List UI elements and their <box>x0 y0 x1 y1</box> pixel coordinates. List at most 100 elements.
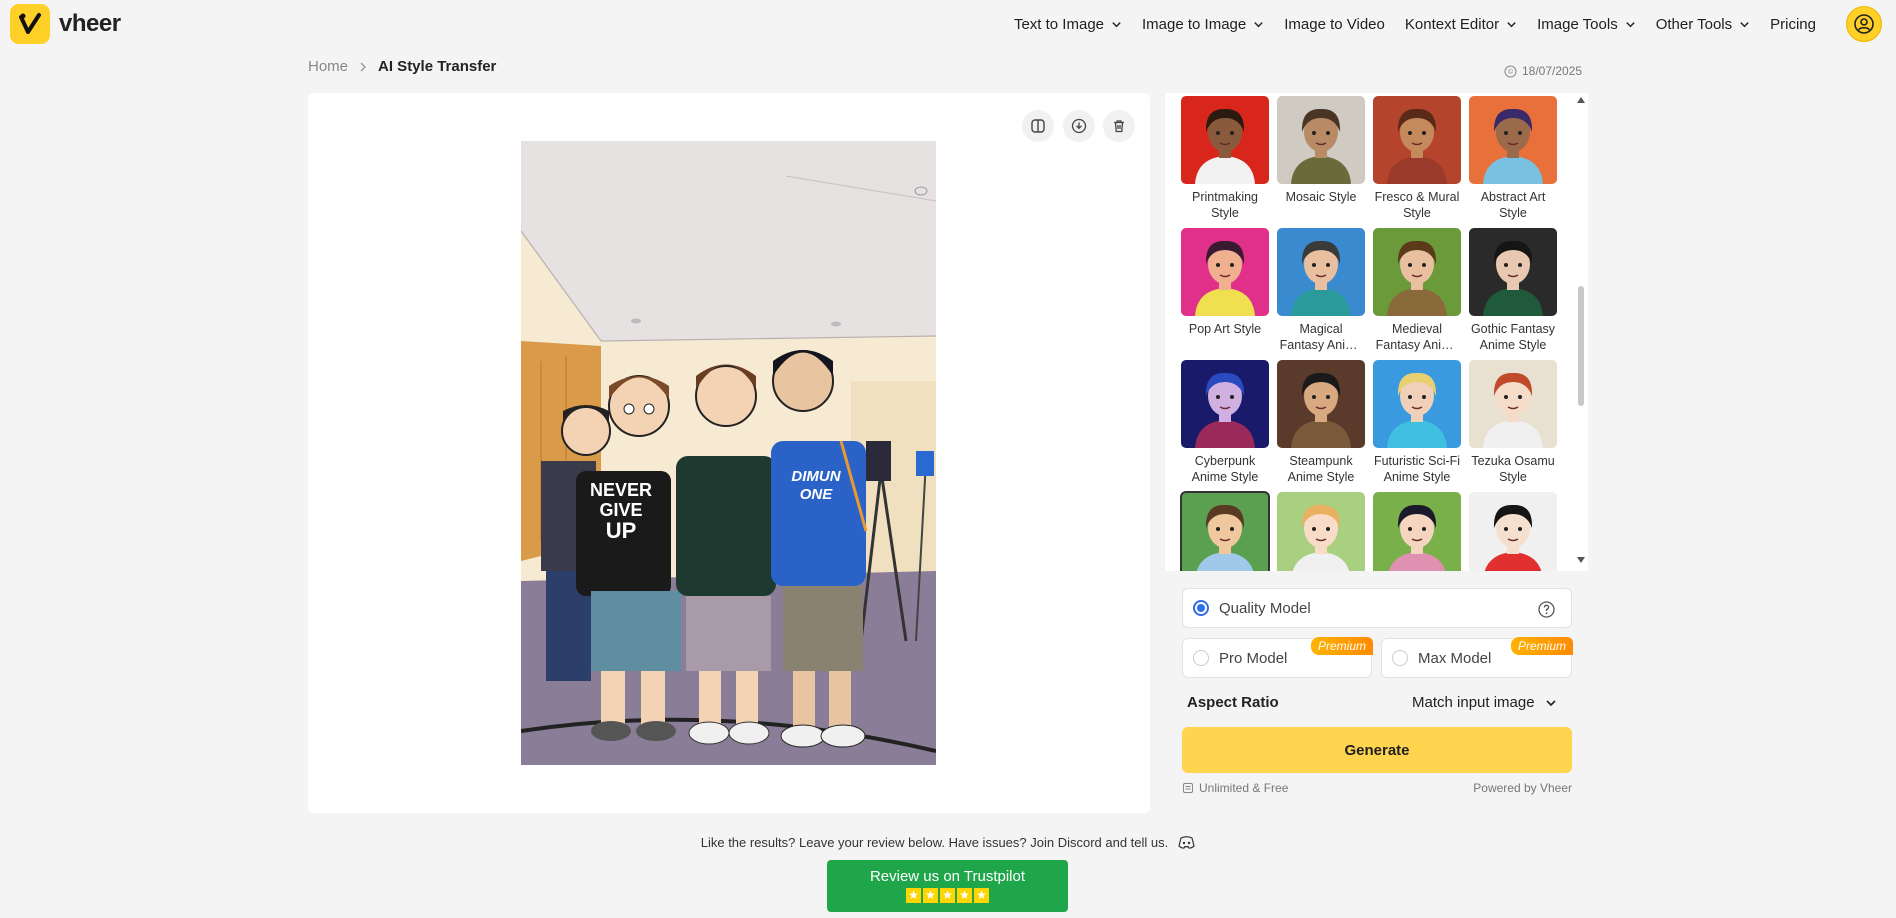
brand-logo[interactable]: vheer <box>10 4 121 44</box>
style-label: Steampunk Anime Style <box>1287 454 1355 484</box>
chevron-down-icon <box>1740 21 1749 27</box>
style-scrollbar[interactable] <box>1575 93 1587 571</box>
star-icon: ★ <box>940 888 955 903</box>
max-model-option[interactable]: Max Model Premium <box>1381 637 1573 678</box>
delete-button[interactable] <box>1103 110 1135 142</box>
style-label: Printmaking Style <box>1192 190 1258 220</box>
trustpilot-review-button[interactable]: Review us on Trustpilot ★ ★ ★ ★ ★ <box>827 860 1068 912</box>
nav-item-image-tools[interactable]: Image Tools <box>1537 16 1636 33</box>
quality-model-label: Quality Model <box>1219 599 1311 617</box>
style-option[interactable]: Mosaic Style <box>1277 96 1365 228</box>
style-thumbnail <box>1469 96 1557 184</box>
main-nav: Text to Image Image to Image Image to Vide… <box>1014 0 1816 48</box>
max-model-label: Max Model <box>1418 649 1492 667</box>
date-text: 18/07/2025 <box>1522 64 1583 78</box>
quality-model-option[interactable]: Quality Model <box>1182 588 1572 628</box>
pro-model-option[interactable]: Pro Model Premium <box>1182 637 1373 678</box>
footer-left: Unlimited & Free <box>1182 781 1288 795</box>
chevron-down-icon <box>1112 21 1121 27</box>
discord-icon[interactable] <box>1178 836 1195 849</box>
pro-model-radio[interactable] <box>1193 650 1209 666</box>
style-option[interactable] <box>1469 492 1557 571</box>
star-icon: ★ <box>957 888 972 903</box>
style-thumbnail <box>1181 96 1269 184</box>
style-option[interactable]: Magical Fantasy Anime Style <box>1277 228 1365 360</box>
style-option[interactable]: Pop Art Style <box>1181 228 1269 360</box>
style-label: Futuristic Sci-Fi Anime Style <box>1373 454 1461 484</box>
style-option[interactable]: Futuristic Sci-Fi Anime Style <box>1373 360 1461 492</box>
chevron-down-icon <box>1546 699 1556 706</box>
generate-button[interactable]: Generate <box>1182 727 1572 773</box>
svg-text:UP: UP <box>606 518 637 543</box>
nav-item-label: Image to Image <box>1142 15 1247 33</box>
breadcrumb-current: AI Style Transfer <box>378 58 497 75</box>
nav-item-text-to-image[interactable]: Text to Image <box>1014 16 1122 33</box>
style-option[interactable]: Fresco & Mural Style <box>1373 96 1461 228</box>
nav-item-image-to-image[interactable]: Image to Image <box>1142 16 1264 33</box>
aspect-ratio-select[interactable]: Match input image <box>1412 694 1557 711</box>
max-model-radio[interactable] <box>1392 650 1408 666</box>
user-account-icon[interactable] <box>1846 6 1882 42</box>
style-thumbnail <box>1181 360 1269 448</box>
date-stamp: © 18/07/2025 <box>1504 64 1582 78</box>
style-selector-panel: Printmaking Style Mosaic Style Fresco & Mu… <box>1165 93 1588 571</box>
style-label: Cyberpunk Anime Style <box>1191 454 1259 484</box>
star-icon: ★ <box>923 888 938 903</box>
style-thumbnail <box>1373 492 1461 571</box>
scroll-up-icon[interactable] <box>1577 97 1585 103</box>
nav-item-pricing[interactable]: Pricing <box>1770 16 1816 33</box>
nav-item-label: Image to Video <box>1284 15 1385 33</box>
breadcrumb-home[interactable]: Home <box>308 58 348 75</box>
svg-text:GIVE: GIVE <box>599 500 642 520</box>
style-option[interactable]: Steampunk Anime Style <box>1277 360 1365 492</box>
style-grid: Printmaking Style Mosaic Style Fresco & Mu… <box>1180 96 1561 571</box>
scrollbar-thumb[interactable] <box>1578 286 1584 406</box>
compare-icon <box>1031 119 1045 133</box>
trustpilot-label: Review us on Trustpilot <box>869 868 1026 885</box>
style-thumbnail <box>1181 228 1269 316</box>
nav-item-kontext-editor[interactable]: Kontext Editor <box>1405 16 1517 33</box>
nav-item-label: Text to Image <box>1013 15 1104 33</box>
nav-item-other-tools[interactable]: Other Tools <box>1656 16 1750 33</box>
review-note-text: Like the results? Leave your review belo… <box>700 835 1169 850</box>
result-image: NEVER GIVE UP DIMUN ONE <box>521 141 936 765</box>
breadcrumb: Home AI Style Transfer <box>308 58 496 75</box>
style-label: Gothic Fantasy Anime Style <box>1470 322 1556 352</box>
svg-text:NEVER: NEVER <box>590 480 652 500</box>
style-label: Abstract Art Style <box>1480 190 1546 220</box>
style-option[interactable]: Printmaking Style <box>1181 96 1269 228</box>
style-thumbnail <box>1180 491 1270 571</box>
download-button[interactable] <box>1063 110 1095 142</box>
style-option[interactable]: Gothic Fantasy Anime Style <box>1469 228 1557 360</box>
style-option[interactable] <box>1180 491 1270 571</box>
nav-item-label: Pricing <box>1770 15 1816 33</box>
chevron-down-icon <box>1254 21 1263 27</box>
style-thumbnail <box>1373 228 1461 316</box>
compare-button[interactable] <box>1022 110 1054 142</box>
style-option[interactable]: Cyberpunk Anime Style <box>1181 360 1269 492</box>
result-preview-panel: NEVER GIVE UP DIMUN ONE <box>308 93 1150 813</box>
trustpilot-stars: ★ ★ ★ ★ ★ <box>827 888 1068 903</box>
style-option[interactable]: Medieval Fantasy Anime Style <box>1373 228 1461 360</box>
style-label: Mosaic Style <box>1285 190 1357 204</box>
style-option[interactable]: Abstract Art Style <box>1469 96 1557 228</box>
unlimited-text: Unlimited & Free <box>1199 781 1289 795</box>
scroll-down-icon[interactable] <box>1577 557 1585 563</box>
style-option[interactable] <box>1277 492 1365 571</box>
pro-model-label: Pro Model <box>1219 649 1288 667</box>
powered-by-text: Powered by Vheer <box>1473 781 1572 795</box>
premium-badge: Premium <box>1310 637 1373 655</box>
quality-model-radio[interactable] <box>1193 600 1209 616</box>
style-option[interactable]: Tezuka Osamu Style <box>1469 360 1557 492</box>
vheer-logo-icon <box>10 4 50 44</box>
style-option[interactable] <box>1373 492 1461 571</box>
help-icon[interactable] <box>1538 601 1555 618</box>
svg-text:ONE: ONE <box>800 486 834 503</box>
top-header: vheer Text to Image Image to Image Image t… <box>0 0 1896 48</box>
unlimited-icon <box>1183 783 1193 793</box>
trash-icon <box>1114 120 1124 133</box>
nav-item-label: Other Tools <box>1655 15 1733 33</box>
style-thumbnail <box>1277 228 1365 316</box>
review-note: Like the results? Leave your review belo… <box>0 835 1896 850</box>
nav-item-image-to-video[interactable]: Image to Video <box>1284 16 1385 33</box>
